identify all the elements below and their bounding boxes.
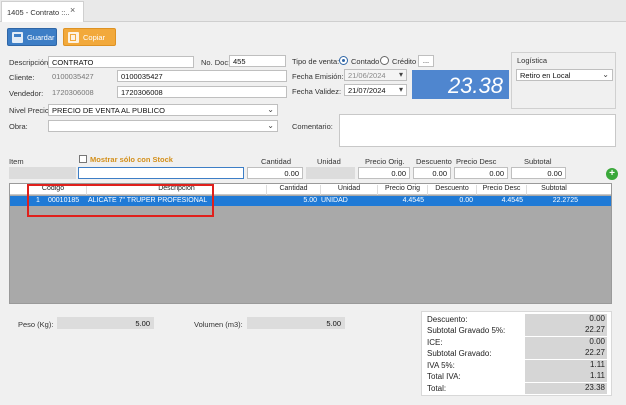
volumen-value: 5.00	[247, 317, 345, 329]
cliente-id: 0100035427	[52, 72, 94, 81]
peso-label: Peso (Kg):	[18, 320, 54, 329]
close-tab-icon[interactable]: ×	[70, 5, 75, 15]
sum-total-iva-value: 1.11	[525, 371, 607, 382]
vendedor-id: 1720306008	[52, 88, 94, 97]
nivel-precio-label: Nivel Precio:	[9, 106, 52, 115]
precio-orig-input[interactable]: 0.00	[358, 167, 410, 179]
mostrar-stock-label: Mostrar sólo con Stock	[90, 155, 173, 164]
cantidad-label: Cantidad	[261, 157, 292, 166]
copy-label: Copiar	[83, 32, 106, 42]
nodoc-label: No. Doc:	[201, 58, 231, 67]
copy-button[interactable]: Copiar	[63, 28, 116, 46]
grid-header-descuento: Descuento	[427, 185, 476, 195]
logistica-panel: Logística Retiro en Local ⌄	[511, 52, 616, 109]
calendar-icon: ▾	[398, 85, 403, 94]
chevron-down-icon: ⌄	[267, 121, 274, 130]
row-precio-orig: 4.4545	[402, 197, 424, 204]
grid-header-precio-desc: Precio Desc	[476, 185, 526, 195]
sum-total-label: Total:	[427, 384, 447, 393]
fecha-emision-label: Fecha Emisión:	[292, 72, 344, 81]
descripcion-input[interactable]: CONTRATO	[48, 56, 194, 68]
unidad-label: Unidad	[317, 157, 341, 166]
sum-ice-value: 0.00	[525, 337, 607, 348]
save-label: Guardar	[27, 32, 55, 42]
contado-label: Contado	[351, 57, 380, 66]
sum-ice-label: ICE:	[427, 338, 443, 347]
cliente-label: Cliente:	[9, 73, 35, 82]
sum-descuento-label: Descuento:	[427, 315, 468, 324]
cliente-input[interactable]: 0100035427	[117, 70, 287, 82]
chevron-down-icon: ⌄	[267, 105, 274, 114]
tab-title: 1405 - Contrato ::..	[7, 8, 70, 17]
sum-total-value: 23.38	[525, 383, 607, 394]
nivel-precio-value: PRECIO DE VENTA AL PUBLICO	[52, 106, 165, 115]
fecha-emision-value: 21/06/2024	[348, 71, 386, 80]
descripcion-label: Descripción:	[9, 58, 51, 67]
row-cantidad: 5.00	[303, 197, 317, 204]
obra-select[interactable]: ⌄	[48, 120, 278, 132]
row-unidad: UNIDAD	[321, 197, 348, 204]
chevron-down-icon: ⌄	[602, 70, 609, 79]
highlight-box	[27, 184, 214, 217]
more-button[interactable]: ...	[418, 55, 434, 67]
vendedor-label: Vendedor:	[9, 89, 44, 98]
save-icon	[12, 31, 23, 43]
comentario-label: Comentario:	[292, 122, 333, 131]
vendedor-input[interactable]: 1720306008	[117, 86, 287, 98]
subtotal-label: Subtotal	[524, 157, 552, 166]
logistica-select[interactable]: Retiro en Local ⌄	[516, 69, 613, 81]
tipo-venta-label: Tipo de venta:	[292, 57, 340, 66]
precio-desc-label: Precio Desc	[456, 157, 497, 166]
subtotal-input: 0.00	[511, 167, 566, 179]
credito-label: Crédito	[392, 57, 417, 66]
volumen-label: Volumen (m3):	[194, 320, 243, 329]
nodoc-input[interactable]: 455	[229, 55, 286, 67]
grid-header-precio-orig: Precio Orig	[377, 185, 427, 195]
descuento-label: Descuento	[416, 157, 452, 166]
tab-bar: 1405 - Contrato ::.. ×	[0, 0, 626, 22]
sum-total-iva-label: Total IVA:	[427, 372, 461, 381]
fecha-validez-label: Fecha Validez:	[292, 87, 342, 96]
sum-subtotal-gravado5-label: Subtotal Gravado 5%:	[427, 326, 506, 335]
fecha-validez-value: 21/07/2024	[348, 86, 386, 95]
comentario-textarea[interactable]	[339, 114, 616, 147]
calendar-icon: ▾	[398, 70, 403, 79]
row-descuento: 0.00	[459, 197, 473, 204]
total-display: 23.38	[412, 70, 509, 99]
grid-header-unidad: Unidad	[320, 185, 377, 195]
descuento-input[interactable]: 0.00	[413, 167, 451, 179]
sum-subtotal-gravado5-value: 22.27	[525, 325, 607, 336]
credito-radio[interactable]	[380, 56, 389, 65]
item-code-input	[9, 167, 76, 179]
grid-header-cantidad: Cantidad	[266, 185, 320, 195]
cantidad-input[interactable]: 0.00	[247, 167, 303, 179]
sum-iva5-label: IVA 5%:	[427, 361, 455, 370]
save-button[interactable]: Guardar	[7, 28, 57, 46]
summary-panel: Descuento: 0.00 Subtotal Gravado 5%: 22.…	[421, 311, 612, 396]
precio-desc-input[interactable]: 0.00	[454, 167, 508, 179]
copy-icon	[68, 31, 79, 43]
fecha-validez-input[interactable]: 21/07/2024 ▾	[344, 84, 407, 96]
add-item-icon[interactable]: +	[606, 168, 618, 180]
mostrar-stock-checkbox[interactable]	[79, 155, 87, 163]
sum-descuento-value: 0.00	[525, 314, 607, 325]
sum-iva5-value: 1.11	[525, 360, 607, 371]
nivel-precio-select[interactable]: PRECIO DE VENTA AL PUBLICO ⌄	[48, 104, 278, 116]
row-precio-desc: 4.4545	[501, 197, 523, 204]
contado-radio[interactable]	[339, 56, 348, 65]
sum-subtotal-gravado-label: Subtotal Gravado:	[427, 349, 492, 358]
fecha-emision-input: 21/06/2024 ▾	[344, 69, 407, 81]
item-search-input[interactable]	[78, 167, 244, 179]
obra-label: Obra:	[9, 122, 28, 131]
logistica-label: Logística	[517, 56, 548, 65]
peso-value: 5.00	[57, 317, 154, 329]
unidad-input	[306, 167, 355, 179]
logistica-value: Retiro en Local	[520, 71, 571, 80]
item-label: Item	[9, 157, 24, 166]
sum-subtotal-gravado-value: 22.27	[525, 348, 607, 359]
grid-header-subtotal: Subtotal	[526, 185, 581, 195]
precio-orig-label: Precio Orig.	[365, 157, 405, 166]
row-subtotal: 22.2725	[552, 197, 578, 204]
